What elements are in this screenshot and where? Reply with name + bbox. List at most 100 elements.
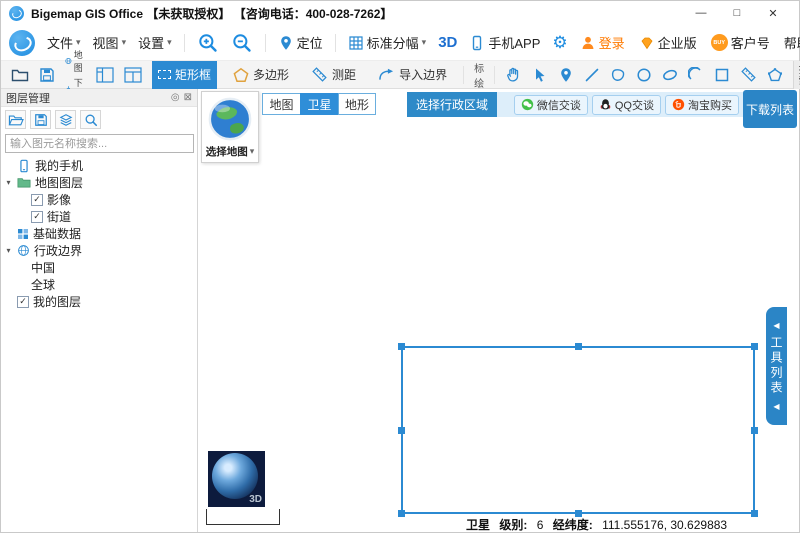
threed-button[interactable]: 3D [438, 34, 457, 51]
select-basemap-button[interactable]: 选择地图 ▾ [201, 91, 259, 163]
taobao-buy-button[interactable]: 淘宝购买 [665, 95, 739, 115]
qq-chat-button[interactable]: QQ交谈 [592, 95, 661, 115]
maximize-button[interactable]: □ [719, 3, 755, 23]
separator [335, 34, 336, 52]
panel-split-button[interactable] [124, 67, 142, 83]
resize-handle[interactable] [398, 427, 405, 434]
zoom-out-button[interactable] [231, 32, 253, 54]
menu-view[interactable]: 视图 ▾ [93, 33, 127, 52]
gear-icon[interactable]: ⚙ [552, 34, 567, 51]
tab-map[interactable]: 地图 [262, 93, 300, 115]
tree-item-china[interactable]: 中国 [1, 259, 197, 276]
checkbox-checked[interactable]: ✓ [17, 296, 29, 308]
marker-tool[interactable] [558, 67, 574, 83]
resize-handle[interactable] [751, 427, 758, 434]
import-arrow-icon [378, 67, 395, 82]
ellipse-tool[interactable] [662, 67, 678, 83]
measure-ruler-tool[interactable] [740, 66, 757, 83]
save-button[interactable] [39, 67, 55, 83]
phone-icon [17, 159, 31, 173]
layer-panel-header: 图层管理 ◎ ⊠ [1, 89, 197, 107]
save-layer-button[interactable] [30, 110, 51, 129]
tab-terrain[interactable]: 地形 [338, 93, 376, 115]
select-cursor-tool[interactable] [532, 67, 548, 83]
pan-hand-tool[interactable] [505, 66, 522, 83]
rectangle-tool[interactable] [714, 67, 730, 83]
enterprise-button[interactable]: 企业版 [639, 33, 697, 52]
checkbox-checked[interactable]: ✓ [31, 211, 43, 223]
wechat-chat-button[interactable]: 微信交谈 [514, 95, 588, 115]
close-button[interactable]: ✕ [755, 3, 791, 23]
thumb-3d-label: 3D [249, 494, 262, 505]
select-region-button[interactable]: 选择行政区域 [407, 92, 497, 117]
phone-icon [469, 35, 485, 51]
tool-list-tab[interactable]: ◀ 工具列表 ◀ [766, 307, 787, 425]
search-panel-toggle[interactable]: 搜索 [793, 61, 800, 89]
resize-handle[interactable] [398, 343, 405, 350]
menu-bar: 文件 ▾ 视图 ▾ 设置 ▾ 定位 标准分幅 ▾ 3D 手机APP ⚙ [1, 25, 799, 61]
map-canvas[interactable]: 选择地图 ▾ 地图 卫星 地形 选择行政区域 微信交谈 [198, 89, 799, 532]
tree-item-my-phone[interactable]: 我的手机 [1, 157, 197, 174]
customer-button[interactable]: BUY 客户号 [711, 33, 770, 52]
tree-item-streets[interactable]: ✓ 街道 [1, 208, 197, 225]
buy-badge-icon: BUY [711, 34, 728, 51]
panel-layout-button[interactable] [96, 67, 114, 83]
tree-item-admin-boundary[interactable]: ▾ 行政边界 [1, 242, 197, 259]
dashed-rect-icon [158, 70, 171, 79]
menu-settings[interactable]: 设置 ▾ [138, 33, 172, 52]
open-folder-button[interactable] [11, 67, 29, 83]
chevron-left-icon: ◀ [773, 402, 779, 411]
tab-satellite[interactable]: 卫星 [300, 93, 338, 115]
checkbox-checked[interactable]: ✓ [31, 194, 43, 206]
selection-rectangle[interactable] [401, 346, 755, 514]
tree-expand-icon[interactable]: ▾ [4, 178, 13, 187]
circle-tool[interactable] [636, 67, 652, 83]
window-controls: — □ ✕ [683, 3, 791, 23]
login-button[interactable]: 登录 [580, 33, 625, 52]
search-layer-button[interactable] [80, 110, 101, 129]
mobile-app-button[interactable]: 手机APP [469, 33, 540, 52]
rectangle-select-button[interactable]: 矩形框 [152, 61, 217, 89]
import-boundary-button[interactable]: 导入边界 [372, 61, 453, 89]
tree-item-global[interactable]: 全球 [1, 276, 197, 293]
tool-bar: 地图 下载 矩形框 多边形 测距 导入边界 标绘 [1, 61, 799, 89]
layer-panel-toolbar [1, 107, 197, 132]
resize-handle[interactable] [398, 510, 405, 517]
resize-handle[interactable] [751, 510, 758, 517]
open-layer-button[interactable] [5, 110, 26, 129]
map-mini-button[interactable]: 地图 [65, 48, 86, 74]
tree-item-map-layers[interactable]: ▾ 地图图层 [1, 174, 197, 191]
resize-handle[interactable] [751, 343, 758, 350]
tree-item-my-layers[interactable]: ✓ 我的图层 [1, 293, 197, 310]
locate-button[interactable]: 定位 [278, 33, 323, 52]
grid-icon [17, 228, 29, 240]
bigemap-logo-icon[interactable] [9, 30, 35, 56]
standard-framing-button[interactable]: 标准分幅 ▾ [348, 33, 427, 52]
measure-distance-button[interactable]: 测距 [305, 61, 362, 89]
zoom-in-button[interactable] [197, 32, 219, 54]
polygon-select-button[interactable]: 多边形 [227, 61, 295, 89]
earth-icon [207, 96, 253, 142]
help-menu[interactable]: 帮助 ▾ [784, 33, 800, 52]
freeform-polygon-tool[interactable] [610, 67, 626, 83]
separator [184, 34, 185, 52]
download-list-button[interactable]: 下载列表 [743, 90, 797, 128]
tree-item-imagery[interactable]: ✓ 影像 [1, 191, 197, 208]
line-tool[interactable] [584, 67, 600, 83]
chevron-down-icon: ▾ [422, 37, 427, 48]
area-measure-tool[interactable] [767, 67, 783, 83]
menubar-right-group: 登录 企业版 BUY 客户号 帮助 ▾ [580, 33, 800, 52]
close-panel-icon[interactable]: ⊠ [184, 92, 192, 103]
arc-tool[interactable] [688, 67, 704, 83]
resize-handle[interactable] [575, 343, 582, 350]
pin-panel-icon[interactable]: ◎ [171, 92, 180, 103]
separator [463, 66, 464, 84]
layer-search-input[interactable] [5, 134, 194, 153]
globe-3d-thumbnail[interactable]: 3D [208, 451, 265, 507]
wechat-icon [521, 98, 534, 111]
tree-expand-icon[interactable]: ▾ [4, 246, 13, 255]
separator [265, 34, 266, 52]
layers-button[interactable] [55, 110, 76, 129]
minimize-button[interactable]: — [683, 3, 719, 23]
tree-item-basic-data[interactable]: 基础数据 [1, 225, 197, 242]
